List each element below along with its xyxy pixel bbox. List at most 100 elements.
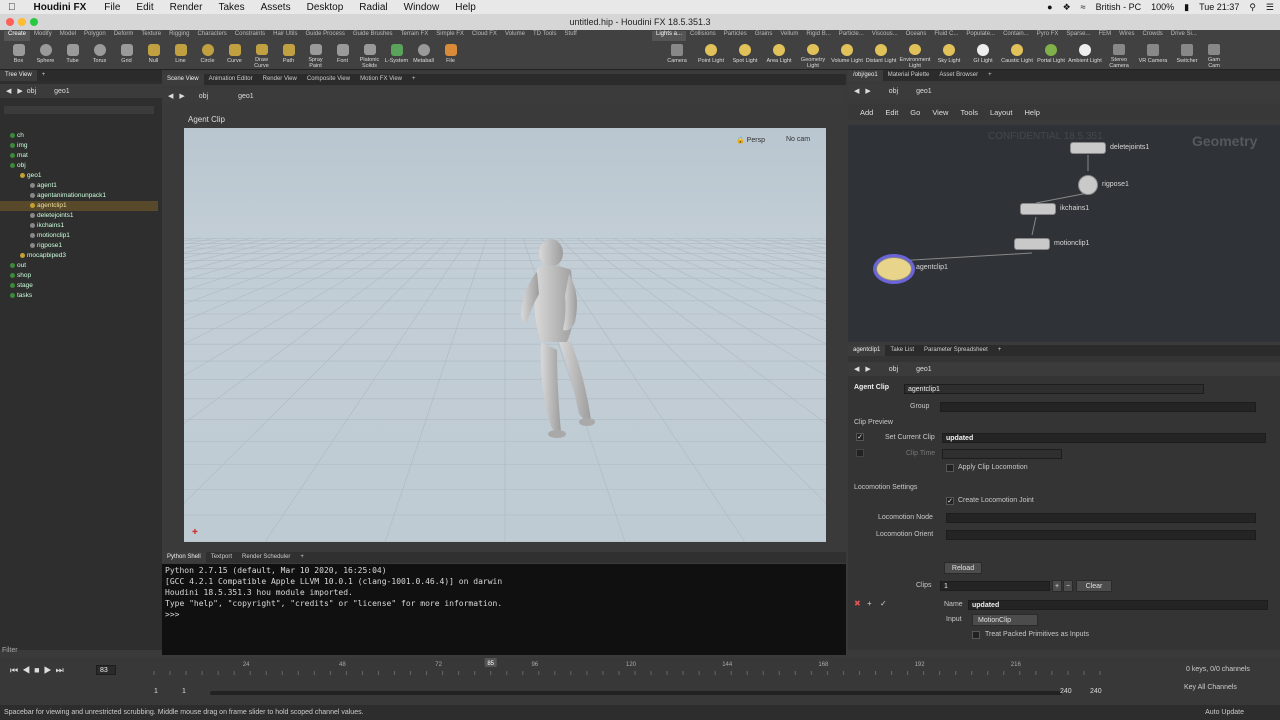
- menu-edit[interactable]: Edit: [128, 2, 161, 13]
- path-obj[interactable]: obj: [199, 93, 208, 100]
- frame-field[interactable]: 83: [96, 665, 116, 675]
- playback-controls[interactable]: ⏮◀■▶⏭: [10, 665, 68, 676]
- shelf-tab[interactable]: Lights a...: [652, 31, 687, 41]
- persp-menu[interactable]: 🔒 Persp: [736, 136, 765, 144]
- tree-item-rigpose1[interactable]: rigpose1: [0, 241, 158, 251]
- add-tab-icon[interactable]: +: [407, 74, 421, 85]
- back-arrow-icon[interactable]: ◀: [854, 365, 859, 373]
- clips-count-field[interactable]: 1: [940, 581, 1050, 591]
- scene-viewport[interactable]: 🔒 Persp No cam ✚: [184, 128, 826, 542]
- tab-render-view[interactable]: Render View: [258, 74, 302, 85]
- volume-light-tool[interactable]: Volume Light: [830, 42, 864, 69]
- spot-light-tool[interactable]: Spot Light: [728, 42, 762, 69]
- shelf-tab[interactable]: Oceans: [902, 31, 931, 41]
- tab-parameter-spreadsheet[interactable]: Parameter Spreadsheet: [919, 345, 993, 356]
- forward-arrow-icon[interactable]: ▶: [179, 92, 184, 100]
- back-arrow-icon[interactable]: ◀: [854, 87, 859, 95]
- gamepad-camera-tool[interactable]: Gam Cam: [1204, 42, 1224, 69]
- tab-textport[interactable]: Textport: [206, 552, 237, 563]
- tree-item-geo1[interactable]: geo1: [0, 171, 158, 181]
- range-slider[interactable]: [210, 691, 1062, 695]
- menu-radial[interactable]: Radial: [351, 2, 395, 13]
- node-ikchains1[interactable]: [1020, 203, 1056, 215]
- forward-arrow-icon[interactable]: ▶: [865, 87, 870, 95]
- lsystem-tool[interactable]: L-System: [383, 42, 410, 69]
- path-geo1[interactable]: geo1: [916, 88, 932, 95]
- forward-arrow-icon[interactable]: ▶: [865, 365, 870, 373]
- remove-entry-icon[interactable]: ✖: [854, 599, 861, 608]
- menu-list-icon[interactable]: ☰: [1266, 2, 1274, 13]
- line-tool[interactable]: Line: [167, 42, 194, 69]
- node-deletejoints1[interactable]: [1070, 142, 1106, 154]
- back-arrow-icon[interactable]: ◀: [168, 92, 173, 100]
- clear-button[interactable]: Clear: [1076, 580, 1112, 592]
- shelf-tab[interactable]: Cloud FX: [468, 31, 501, 41]
- tree-item-motionclip1[interactable]: motionclip1: [0, 231, 158, 241]
- shelf-tab[interactable]: Viscous...: [868, 31, 902, 41]
- tab-tree-view[interactable]: Tree View: [0, 70, 37, 81]
- minimize-window-icon[interactable]: [18, 18, 26, 26]
- set-current-clip-menu[interactable]: updated: [942, 433, 1266, 443]
- portal-light-tool[interactable]: Portal Light: [1034, 42, 1068, 69]
- node-name-field[interactable]: agentclip1: [904, 384, 1204, 394]
- path-tool[interactable]: Path: [275, 42, 302, 69]
- menu-layout[interactable]: Layout: [984, 108, 1019, 117]
- area-light-tool[interactable]: Area Light: [762, 42, 796, 69]
- camera-menu[interactable]: No cam: [786, 136, 810, 143]
- menu-file[interactable]: File: [96, 2, 128, 13]
- filter-label[interactable]: Filter: [2, 647, 18, 654]
- record-icon[interactable]: ●: [1047, 2, 1052, 12]
- curve-tool[interactable]: Curve: [221, 42, 248, 69]
- menu-tools[interactable]: Tools: [954, 108, 984, 117]
- tree-item-out[interactable]: out: [0, 261, 158, 271]
- shelf-tab[interactable]: Grains: [751, 31, 777, 41]
- node-motionclip1[interactable]: [1014, 238, 1050, 250]
- zoom-window-icon[interactable]: [30, 18, 38, 26]
- back-arrow-icon[interactable]: ◀: [6, 87, 11, 95]
- menu-edit[interactable]: Edit: [879, 108, 904, 117]
- start-frame[interactable]: 1: [154, 688, 158, 695]
- shelf-tab[interactable]: Drive Si...: [1167, 31, 1201, 41]
- create-locomotion-joint-checkbox[interactable]: ✓: [946, 497, 954, 505]
- vr-camera-tool[interactable]: VR Camera: [1136, 42, 1170, 69]
- box-tool[interactable]: Box: [5, 42, 32, 69]
- torus-tool[interactable]: Torus: [86, 42, 113, 69]
- menu-desktop[interactable]: Desktop: [299, 2, 352, 13]
- tree-item-obj[interactable]: obj: [0, 161, 158, 171]
- close-window-icon[interactable]: [6, 18, 14, 26]
- platonic-tool[interactable]: Platonic Solids: [356, 42, 383, 69]
- shelf-tab[interactable]: Hair Utils: [269, 31, 301, 41]
- clip-name-field[interactable]: updated: [968, 600, 1268, 610]
- shelf-tab[interactable]: Stuff: [561, 31, 581, 41]
- locomotion-node-field[interactable]: [946, 513, 1256, 523]
- path-obj[interactable]: obj: [889, 88, 898, 95]
- node-rigpose1[interactable]: [1078, 175, 1098, 195]
- menu-assets[interactable]: Assets: [253, 2, 299, 13]
- tree-item-mocapbiped3[interactable]: mocapbiped3: [0, 251, 158, 261]
- menu-help[interactable]: Help: [1018, 108, 1045, 117]
- app-menu[interactable]: Houdini FX: [24, 2, 97, 13]
- treat-packed-checkbox[interactable]: [972, 631, 980, 639]
- circle-tool[interactable]: Circle: [194, 42, 221, 69]
- shelf-tab[interactable]: Particles: [720, 31, 751, 41]
- input-source[interactable]: British - PC: [1096, 2, 1142, 12]
- menu-add[interactable]: Add: [848, 108, 879, 117]
- switcher-tool[interactable]: Switcher: [1170, 42, 1204, 69]
- camera-tool[interactable]: Camera: [660, 42, 694, 69]
- clip-time-checkbox[interactable]: [856, 449, 864, 457]
- shelf-tab[interactable]: Guide Process: [301, 31, 348, 41]
- tab-composite-view[interactable]: Composite View: [302, 74, 355, 85]
- shelf-tab[interactable]: Terrain FX: [397, 31, 433, 41]
- apple-icon[interactable]: : [0, 2, 24, 13]
- shelf-tab[interactable]: Pyro FX: [1033, 31, 1063, 41]
- network-editor[interactable]: CONFIDENTIAL 18.5.351 Geometry deletejoi…: [848, 125, 1280, 342]
- wifi-icon[interactable]: ≈: [1081, 2, 1086, 12]
- path-geo1[interactable]: geo1: [54, 88, 70, 95]
- shelf-tab[interactable]: Collisions: [686, 31, 720, 41]
- playback-end[interactable]: 240: [1060, 688, 1072, 695]
- tree-item-img[interactable]: img: [0, 141, 158, 151]
- key-all-channels-button[interactable]: Key All Channels: [1184, 684, 1237, 691]
- font-tool[interactable]: Font: [329, 42, 356, 69]
- tree-item-agentclip1[interactable]: agentclip1: [0, 201, 158, 211]
- path-geo1[interactable]: geo1: [238, 93, 254, 100]
